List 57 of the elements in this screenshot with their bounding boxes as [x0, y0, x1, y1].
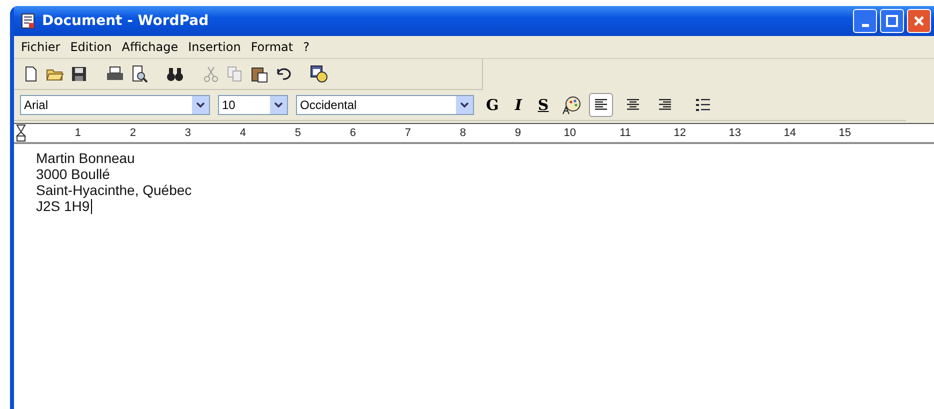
- menu-item[interactable]: ?: [298, 40, 314, 54]
- menu-item[interactable]: Format: [246, 40, 298, 54]
- ruler-number: 1: [74, 127, 81, 139]
- ruler-number: 11: [618, 127, 631, 139]
- close-button[interactable]: [907, 9, 931, 33]
- menu-item[interactable]: Affichage: [116, 40, 184, 54]
- document-area[interactable]: Martin Bonneau 3000 Boullé Saint-Hyacinthe, Québec J2S 1H9: [14, 143, 934, 409]
- document-line: Martin Bonneau: [36, 150, 136, 166]
- align-left-icon: [594, 99, 608, 111]
- binoculars-icon[interactable]: [166, 65, 184, 83]
- ruler-number: 2: [128, 127, 136, 139]
- font-size-dropdown[interactable]: 10: [218, 95, 288, 115]
- print-preview-icon[interactable]: [130, 65, 148, 83]
- wordpad-icon: [20, 13, 36, 29]
- maximize-button[interactable]: [880, 9, 904, 33]
- save-icon[interactable]: [70, 65, 88, 83]
- ruler-number: 4: [238, 127, 246, 139]
- menu-item[interactable]: Fichier: [16, 40, 66, 54]
- ruler-number: 3: [184, 127, 191, 139]
- menu-item[interactable]: Edition: [65, 40, 117, 54]
- ruler-number: 8: [458, 127, 466, 139]
- document-line: J2S 1H9: [36, 198, 93, 214]
- ruler-number: 14: [782, 127, 796, 139]
- clipboard-icon[interactable]: [250, 65, 268, 83]
- document-line: Saint-Hyacinthe, Québec: [36, 182, 193, 198]
- font-dropdown[interactable]: Arial: [20, 95, 210, 115]
- chevron-down-icon: [460, 102, 469, 108]
- chevron-down-icon: [274, 102, 283, 108]
- ruler-number: 6: [348, 127, 356, 139]
- ruler-number: 15: [838, 127, 851, 139]
- align-left-button[interactable]: [588, 93, 613, 117]
- script-dropdown[interactable]: Occidental: [296, 95, 474, 115]
- bold-button[interactable]: G: [482, 96, 503, 114]
- color-palette-icon[interactable]: [560, 95, 581, 115]
- ruler-number: 9: [514, 127, 521, 139]
- ruler-number: 13: [728, 127, 741, 139]
- ruler-number: 12: [672, 127, 686, 139]
- italic-button[interactable]: I: [510, 96, 526, 114]
- printer-icon[interactable]: [106, 65, 124, 83]
- ruler-number: 5: [294, 127, 301, 139]
- calendar-clock-icon[interactable]: [310, 65, 328, 83]
- underline-button[interactable]: S: [534, 96, 553, 114]
- bullet-list-icon[interactable]: [694, 98, 711, 112]
- document-line: 3000 Boullé: [36, 166, 111, 182]
- minimize-button[interactable]: [853, 9, 877, 33]
- align-center-icon: [626, 99, 640, 111]
- ruler-number: 10: [562, 127, 576, 139]
- align-right-icon: [658, 99, 672, 111]
- ruler-number: 7: [404, 127, 411, 139]
- menu-item[interactable]: Insertion: [183, 40, 246, 54]
- window-title: Document - WordPad: [42, 13, 210, 29]
- maximize-icon: [886, 15, 898, 27]
- text-cursor: [90, 198, 92, 214]
- chevron-down-icon: [196, 102, 205, 108]
- indent-marker-icon[interactable]: [16, 124, 26, 142]
- minimize-icon: [862, 24, 868, 26]
- close-icon: [913, 15, 925, 27]
